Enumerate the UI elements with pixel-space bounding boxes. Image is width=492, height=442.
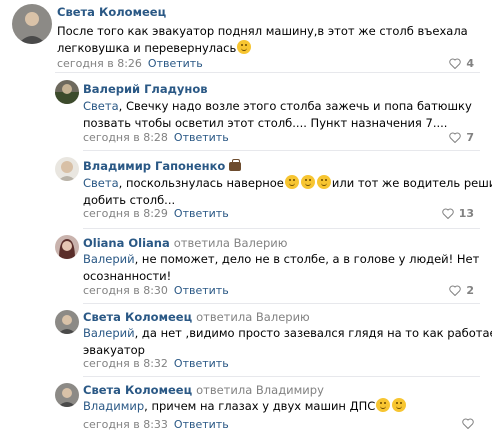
reply-button[interactable]: Ответить (174, 357, 229, 370)
comment-5: Света Коломеец ответила Валерию Валерий, … (0, 306, 492, 376)
reply-to-label: ответила Владимиру (196, 383, 324, 397)
reply-button[interactable]: Ответить (148, 57, 203, 70)
comment-text-line: легковушка и перевернулась (57, 40, 468, 57)
comment-author[interactable]: Света Коломеец (57, 5, 166, 19)
divider (83, 228, 480, 229)
comment-meta: сегодня в 8:32 Ответить (83, 357, 229, 370)
comment-text-line: Света, поскользнулась наверное или тот же… (83, 175, 492, 190)
like-count: 7 (466, 131, 474, 144)
avatar[interactable] (55, 235, 79, 259)
mention-link[interactable]: Света (83, 176, 119, 190)
reply-button[interactable]: Ответить (174, 131, 229, 144)
comment-text: После того как эвакуатор поднял машину,в… (57, 23, 468, 57)
avatar[interactable] (55, 157, 79, 181)
comment-author[interactable]: Света Коломеец ответила Владимиру (83, 383, 324, 397)
like-button[interactable]: 4 (449, 57, 474, 70)
reply-to-name[interactable]: Валерию (256, 310, 310, 324)
comment-text: Валерий, да нет ,видимо просто зазевался… (83, 325, 492, 359)
comment-text-line: позвать чтобы осветил этот столб.... Пун… (83, 116, 448, 130)
comment-4: Oliana Oliana ответила Валерию Валерий, н… (0, 231, 492, 303)
comment-author[interactable]: Oliana Oliana ответила Валерию (83, 236, 287, 250)
reply-to-name[interactable]: Владимиру (256, 383, 324, 397)
like-count: 4 (466, 57, 474, 70)
comment-author[interactable]: Валерий Гладунов (83, 82, 208, 96)
divider (83, 303, 480, 304)
avatar[interactable] (55, 310, 79, 334)
comment-author[interactable]: Владимир Гапоненко (83, 159, 242, 173)
like-button[interactable]: 13 (441, 207, 474, 220)
laughing-emoji-icon (300, 175, 315, 189)
heart-icon (449, 132, 462, 143)
comment-time[interactable]: сегодня в 8:29 (83, 207, 168, 220)
comment-3: Владимир Гапоненко Света, поскользнулась… (0, 153, 492, 228)
briefcase-icon (229, 159, 242, 171)
comment-text: Валерий, не поможет, дело не в столбе, а… (83, 251, 479, 285)
comment-time[interactable]: сегодня в 8:28 (83, 131, 168, 144)
divider (83, 376, 480, 377)
reply-button[interactable]: Ответить (174, 418, 229, 431)
comment-1: Света Коломеец После того как эвакуатор … (0, 0, 492, 72)
reply-to-label: ответила Валерию (173, 236, 288, 250)
reply-button[interactable]: Ответить (174, 207, 229, 220)
divider (55, 72, 480, 73)
avatar[interactable] (55, 80, 79, 104)
comment-6: Света Коломеец ответила Владимиру Владими… (0, 379, 492, 442)
mention-link[interactable]: Валерий (83, 252, 135, 266)
mention-link[interactable]: Света (83, 99, 119, 113)
comment-2: Валерий Гладунов Света, Свечку надо возл… (0, 76, 492, 148)
comment-text: Света, поскользнулась наверное или тот же… (83, 175, 492, 209)
heart-icon (449, 285, 462, 296)
comment-meta: сегодня в 8:30 Ответить (83, 284, 229, 297)
like-button[interactable]: 7 (449, 131, 474, 144)
comment-meta: сегодня в 8:33 Ответить (83, 418, 229, 431)
like-count: 2 (466, 284, 474, 297)
comment-text: Света, Свечку надо возле этого столба за… (83, 98, 472, 132)
reply-to-label: ответила Валерию (196, 310, 310, 324)
comment-author[interactable]: Света Коломеец ответила Валерию (83, 310, 310, 324)
heart-icon (462, 418, 474, 429)
like-count: 13 (458, 207, 474, 220)
avatar[interactable] (12, 4, 52, 44)
comment-text-line: Валерий, не поможет, дело не в столбе, а… (83, 252, 480, 266)
heart-icon (441, 208, 454, 219)
mention-link[interactable]: Владимир (83, 399, 144, 413)
avatar[interactable] (55, 383, 79, 407)
comment-text-line: Света, Свечку надо возле этого столба за… (83, 99, 472, 113)
comment-meta: сегодня в 8:26 Ответить (57, 57, 203, 70)
divider (83, 150, 480, 151)
comment-meta: сегодня в 8:28 Ответить (83, 131, 229, 144)
reply-button[interactable]: Ответить (174, 284, 229, 297)
like-button[interactable]: 2 (449, 284, 474, 297)
reply-to-name[interactable]: Валерию (234, 236, 288, 250)
grimacing-emoji-icon (237, 40, 252, 54)
comment-time[interactable]: сегодня в 8:30 (83, 284, 168, 297)
mention-link[interactable]: Валерий (83, 326, 135, 340)
laughing-emoji-icon (284, 175, 299, 189)
like-button[interactable] (462, 418, 474, 429)
heart-icon (449, 58, 462, 69)
comment-text-line: Владимир, причем на глазах у двух машин … (83, 398, 407, 415)
comment-meta: сегодня в 8:29 Ответить (83, 207, 229, 220)
comment-text-line: Валерий, да нет ,видимо просто зазевался… (83, 326, 492, 340)
comment-text: Владимир, причем на глазах у двух машин … (83, 398, 407, 415)
comment-time[interactable]: сегодня в 8:26 (57, 57, 142, 70)
comment-time[interactable]: сегодня в 8:32 (83, 357, 168, 370)
laughing-emoji-icon (316, 175, 331, 189)
laughing-emoji-icon (376, 398, 391, 412)
comment-time[interactable]: сегодня в 8:33 (83, 418, 168, 431)
comment-text-line: После того как эвакуатор поднял машину,в… (57, 24, 468, 38)
comment-text-line: осознанности! (83, 269, 172, 283)
laughing-emoji-icon (392, 398, 407, 412)
